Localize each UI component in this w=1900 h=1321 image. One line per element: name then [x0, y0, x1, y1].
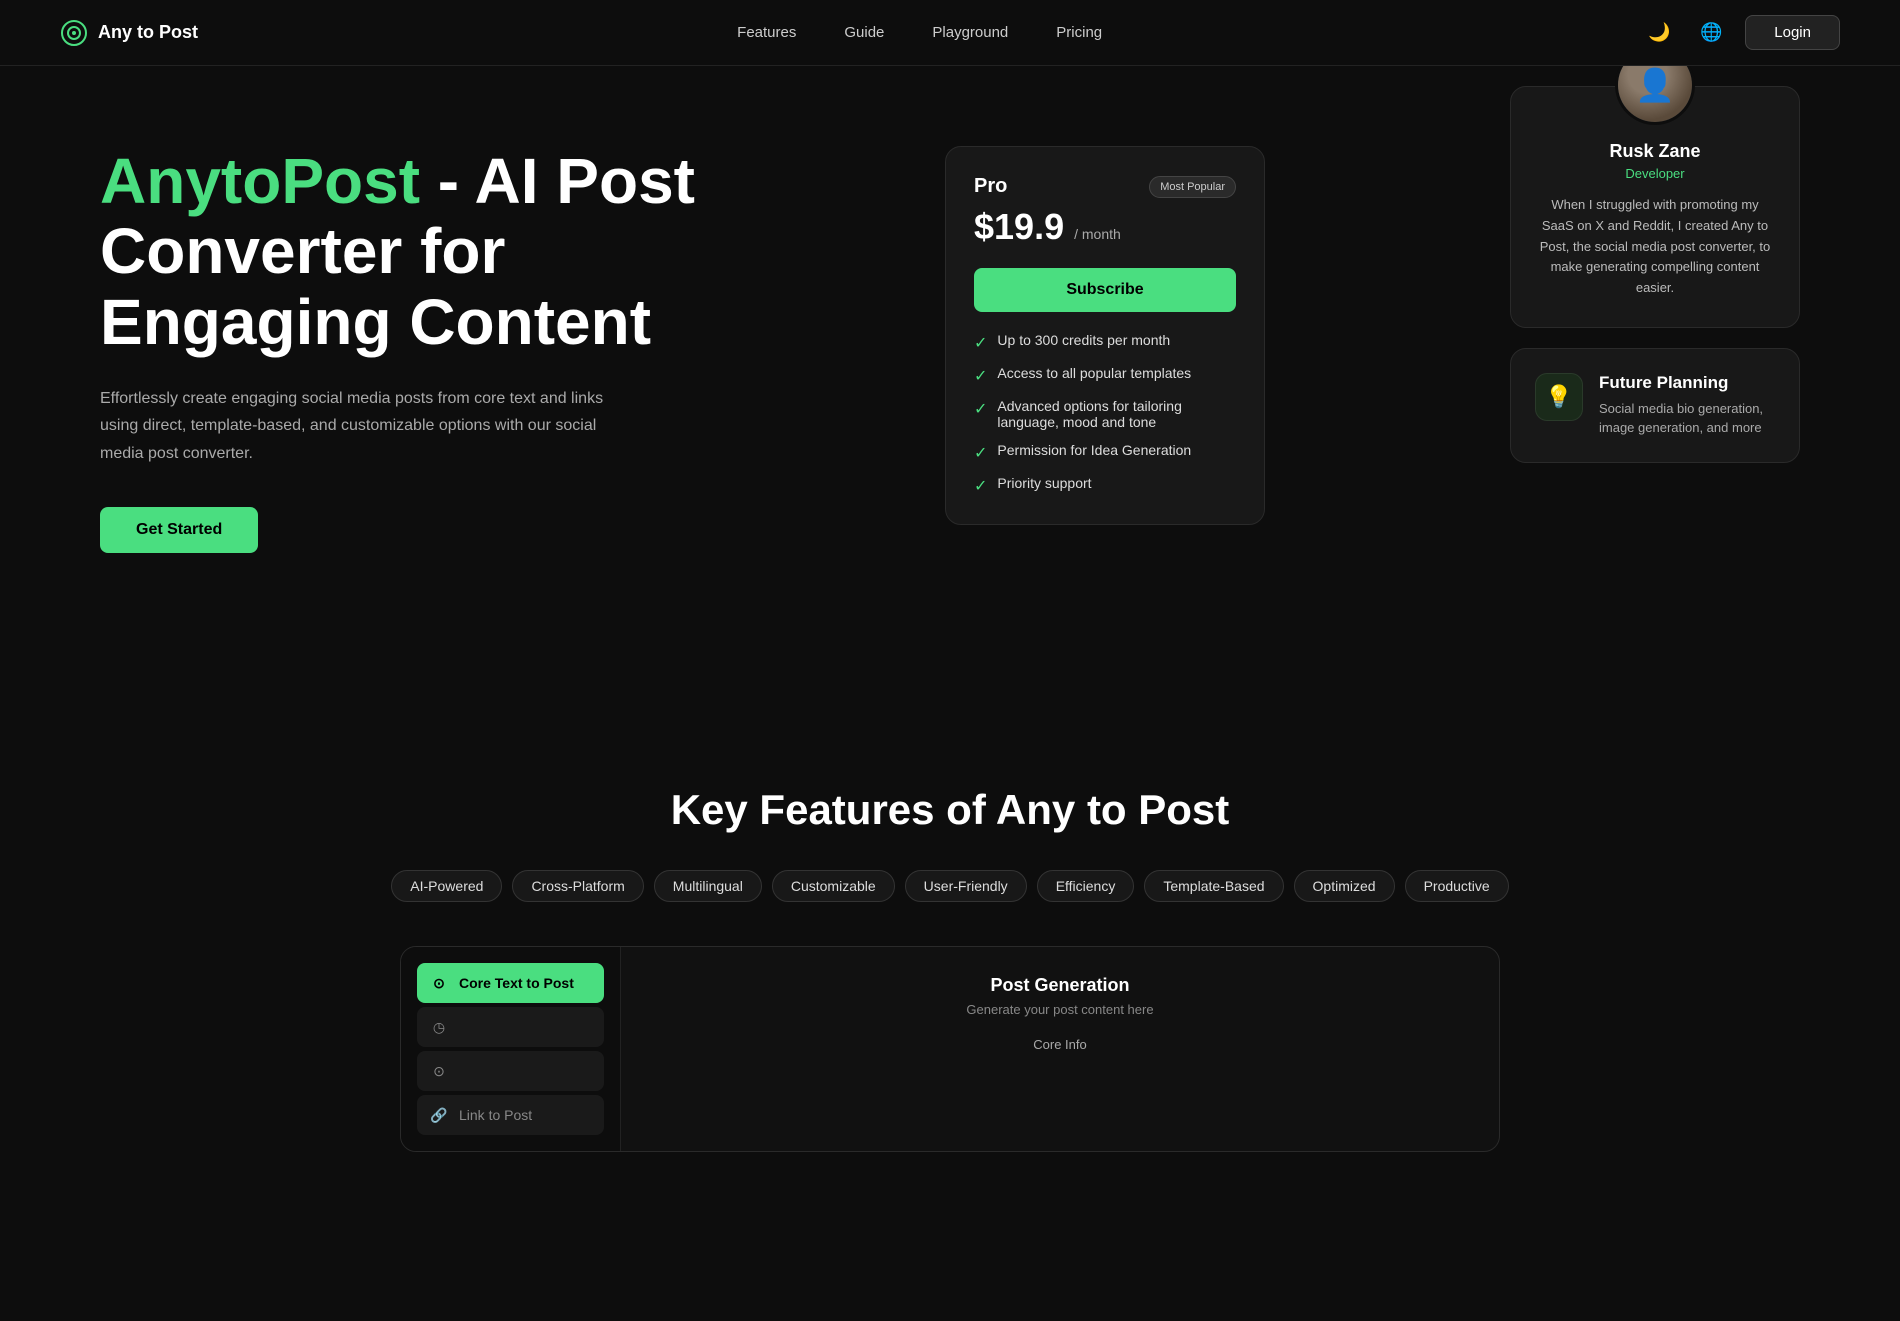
check-icon-4: ✓: [974, 443, 987, 463]
price-period: / month: [1074, 226, 1121, 242]
feature-main: Post Generation Generate your post conte…: [621, 947, 1499, 1151]
most-popular-badge: Most Popular: [1149, 176, 1236, 198]
feature-tag-template-based[interactable]: Template-Based: [1144, 870, 1283, 902]
bulb-icon: 💡: [1545, 384, 1572, 410]
testimonial-card: 👤 Rusk Zane Developer When I struggled w…: [1510, 86, 1800, 328]
feature-label-3: Advanced options for tailoring language,…: [997, 398, 1236, 430]
feature-tag-multilingual[interactable]: Multilingual: [654, 870, 762, 902]
pricing-feature-5: ✓ Priority support: [974, 475, 1236, 496]
feature-tags: AI-Powered Cross-Platform Multilingual Cust…: [100, 870, 1800, 902]
hero-section: AnytoPost - AI Post Converter for Engagi…: [0, 66, 1900, 726]
future-card: 💡 Future Planning Social media bio gener…: [1510, 348, 1800, 463]
link-icon: 🔗: [429, 1105, 449, 1125]
pricing-feature-2: ✓ Access to all popular templates: [974, 365, 1236, 386]
feature-label-1: Up to 300 credits per month: [997, 332, 1170, 348]
check-icon-2: ✓: [974, 366, 987, 386]
pricing-feature-4: ✓ Permission for Idea Generation: [974, 442, 1236, 463]
check-icon-3: ✓: [974, 399, 987, 419]
feature-tag-optimized[interactable]: Optimized: [1294, 870, 1395, 902]
core-text-icon: ⊙: [429, 973, 449, 993]
navbar: Any to Post Features Guide Playground Pr…: [0, 0, 1900, 66]
hero-title: AnytoPost - AI Post Converter for Engagi…: [100, 146, 700, 357]
logo-icon: [60, 19, 88, 47]
features-section: Key Features of Any to Post AI-Powered Cr…: [0, 726, 1900, 1192]
feature-tag-ai-powered[interactable]: AI-Powered: [391, 870, 502, 902]
feature-tag-productive[interactable]: Productive: [1405, 870, 1509, 902]
nav-actions: 🌙 🌐 Login: [1641, 15, 1840, 51]
future-title: Future Planning: [1599, 373, 1775, 393]
feature-main-title: Post Generation: [653, 975, 1467, 996]
pricing-section: Pro Most Popular $19.9 / month Subscribe…: [945, 146, 1265, 525]
feature-label-2: Access to all popular templates: [997, 365, 1191, 381]
pricing-features: ✓ Up to 300 credits per month ✓ Access t…: [974, 332, 1236, 496]
sidebar-item-link-label: Link to Post: [459, 1107, 532, 1123]
nav-pricing[interactable]: Pricing: [1056, 24, 1102, 41]
hero-subtitle: Effortlessly create engaging social medi…: [100, 385, 620, 467]
nav-features[interactable]: Features: [737, 24, 796, 41]
feature-sidebar: ⊙ Core Text to Post ◷ ⊙ 🔗 Link to Post: [401, 947, 621, 1151]
sidebar-item-2[interactable]: ◷: [417, 1007, 604, 1047]
hero-title-green: AnytoPost: [100, 145, 420, 217]
hero-left: AnytoPost - AI Post Converter for Engagi…: [100, 146, 700, 553]
features-title: Key Features of Any to Post: [100, 786, 1800, 834]
pricing-feature-1: ✓ Up to 300 credits per month: [974, 332, 1236, 353]
sidebar-icon-3: ⊙: [429, 1061, 449, 1081]
sidebar-item-link[interactable]: 🔗 Link to Post: [417, 1095, 604, 1135]
price-amount: $19.9: [974, 206, 1064, 247]
future-icon: 💡: [1535, 373, 1583, 421]
pricing-price: $19.9 / month: [974, 206, 1236, 248]
feature-tag-cross-platform[interactable]: Cross-Platform: [512, 870, 643, 902]
feature-tag-customizable[interactable]: Customizable: [772, 870, 895, 902]
sidebar-icon-2: ◷: [429, 1017, 449, 1037]
logo[interactable]: Any to Post: [60, 19, 198, 47]
feature-label-5: Priority support: [997, 475, 1091, 491]
globe-icon: 🌐: [1700, 22, 1722, 43]
sidebar-item-core-text-label: Core Text to Post: [459, 975, 574, 991]
feature-tag-user-friendly[interactable]: User-Friendly: [905, 870, 1027, 902]
check-icon-5: ✓: [974, 476, 987, 496]
theme-toggle-button[interactable]: 🌙: [1641, 15, 1677, 51]
testimonial-text: When I struggled with promoting my SaaS …: [1535, 195, 1775, 299]
pricing-feature-3: ✓ Advanced options for tailoring languag…: [974, 398, 1236, 430]
feature-main-label: Core Info: [653, 1037, 1467, 1052]
sidebar-item-core-text[interactable]: ⊙ Core Text to Post: [417, 963, 604, 1003]
future-content: Future Planning Social media bio generat…: [1599, 373, 1775, 438]
login-button[interactable]: Login: [1745, 15, 1840, 50]
moon-icon: 🌙: [1648, 22, 1670, 43]
get-started-button[interactable]: Get Started: [100, 507, 258, 553]
logo-text: Any to Post: [98, 22, 198, 43]
pricing-card: Pro Most Popular $19.9 / month Subscribe…: [945, 146, 1265, 525]
pricing-header: Pro Most Popular: [974, 175, 1236, 198]
check-icon-1: ✓: [974, 333, 987, 353]
feature-tag-efficiency[interactable]: Efficiency: [1037, 870, 1135, 902]
feature-demo: ⊙ Core Text to Post ◷ ⊙ 🔗 Link to Post P…: [400, 946, 1500, 1152]
nav-links: Features Guide Playground Pricing: [737, 24, 1102, 41]
future-desc: Social media bio generation, image gener…: [1599, 399, 1775, 438]
feature-label-4: Permission for Idea Generation: [997, 442, 1191, 458]
pricing-plan: Pro: [974, 175, 1007, 198]
nav-guide[interactable]: Guide: [844, 24, 884, 41]
testimonial-role: Developer: [1535, 166, 1775, 181]
nav-playground[interactable]: Playground: [932, 24, 1008, 41]
subscribe-button[interactable]: Subscribe: [974, 268, 1236, 312]
hero-right: 👤 Rusk Zane Developer When I struggled w…: [1510, 86, 1800, 463]
sidebar-item-3[interactable]: ⊙: [417, 1051, 604, 1091]
feature-main-subtitle: Generate your post content here: [653, 1002, 1467, 1017]
testimonial-name: Rusk Zane: [1535, 141, 1775, 162]
language-button[interactable]: 🌐: [1693, 15, 1729, 51]
